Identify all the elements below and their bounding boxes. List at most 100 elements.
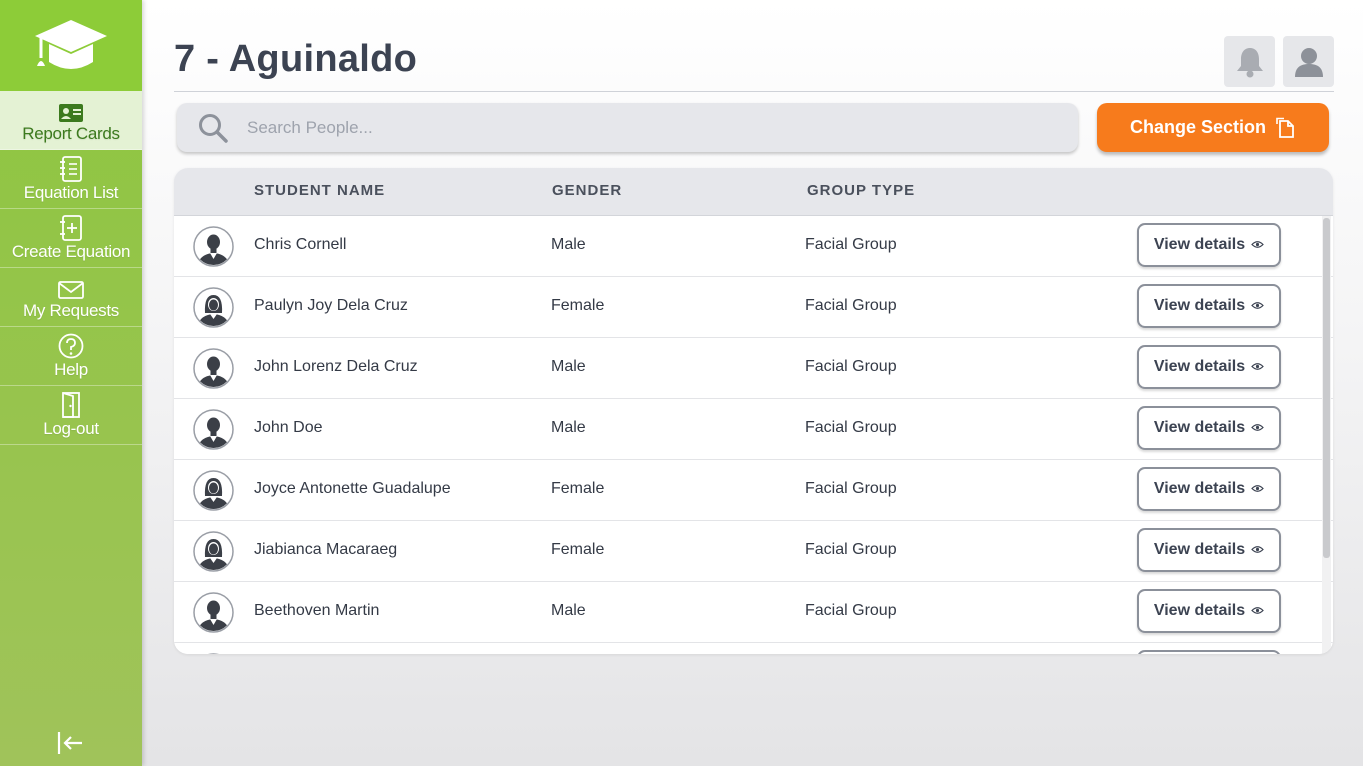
eye-icon <box>1251 236 1265 254</box>
notifications-button[interactable] <box>1224 36 1275 87</box>
column-header-student-name: STUDENT NAME <box>254 182 386 199</box>
student-name: Paulyn Joy Dela Cruz <box>254 297 408 314</box>
sidebar-item-log-out[interactable]: Log-out <box>0 386 142 445</box>
search-bar[interactable] <box>177 103 1078 152</box>
student-gender: Female <box>551 541 605 558</box>
student-avatar <box>193 409 234 450</box>
view-details-button[interactable]: View details <box>1137 345 1281 389</box>
student-avatar <box>193 531 234 572</box>
student-group-type: Facial Group <box>805 419 897 436</box>
student-name: Beethoven Martin <box>254 602 380 619</box>
change-section-button[interactable]: Change Section <box>1097 103 1329 152</box>
sidebar-item-label: Help <box>54 359 88 379</box>
students-table: STUDENT NAME GENDER GROUP TYPE Chris Cor… <box>174 168 1333 654</box>
sidebar-nav: Report Cards Equation List Create Equation… <box>0 91 142 445</box>
sidebar-item-label: My Requests <box>23 300 119 320</box>
collapse-sidebar-button[interactable] <box>52 728 88 758</box>
view-details-label: View details <box>1153 602 1246 619</box>
student-avatar <box>193 653 234 654</box>
student-avatar <box>193 592 234 633</box>
student-group-type: Facial Group <box>805 358 897 375</box>
eye-icon <box>1251 358 1265 376</box>
sidebar-item-my-requests[interactable]: My Requests <box>0 268 142 327</box>
eye-icon <box>1251 419 1265 437</box>
table-header: STUDENT NAME GENDER GROUP TYPE <box>174 168 1333 216</box>
column-header-gender: GENDER <box>552 182 623 199</box>
sidebar-item-report-cards[interactable]: Report Cards <box>0 91 142 150</box>
sidebar-item-help[interactable]: Help <box>0 327 142 386</box>
student-name: Chris Cornell <box>254 236 347 253</box>
scrollbar-thumb[interactable] <box>1323 218 1330 558</box>
sidebar: Report Cards Equation List Create Equation… <box>0 0 142 766</box>
student-name: Joyce Antonette Guadalupe <box>254 480 451 497</box>
student-gender: Male <box>551 358 586 375</box>
sidebar-item-label: Report Cards <box>22 123 120 143</box>
table-row: Chris Cornell Male Facial Group View detail… <box>174 216 1333 277</box>
bell-icon <box>1236 47 1263 77</box>
page-title: 7 - Aguinaldo <box>174 38 418 80</box>
view-details-button[interactable]: View details <box>1137 589 1281 633</box>
change-section-label: Change Section <box>1129 117 1267 137</box>
student-avatar <box>193 287 234 328</box>
table-row: Paulyn Joy Dela Cruz Female Facial Group Vi… <box>174 277 1333 338</box>
sidebar-item-create-equation[interactable]: Create Equation <box>0 209 142 268</box>
sidebar-item-equation-list[interactable]: Equation List <box>0 150 142 209</box>
user-icon <box>1294 47 1323 77</box>
student-gender: Male <box>551 602 586 619</box>
eye-icon <box>1251 480 1265 498</box>
student-avatar <box>193 226 234 267</box>
view-details-button[interactable]: View details <box>1137 284 1281 328</box>
search-input[interactable] <box>247 117 1027 138</box>
id-card-icon <box>58 97 84 123</box>
student-group-type: Facial Group <box>805 480 897 497</box>
eye-icon <box>1251 297 1265 315</box>
view-details-button[interactable] <box>1137 650 1281 654</box>
view-details-label: View details <box>1153 358 1246 375</box>
student-gender: Female <box>551 480 605 497</box>
door-icon <box>59 391 83 418</box>
view-details-label: View details <box>1153 541 1246 558</box>
student-group-type: Facial Group <box>805 236 897 253</box>
table-row: John Doe Male Facial Group View details <box>174 399 1333 460</box>
view-details-button[interactable]: View details <box>1137 528 1281 572</box>
table-row: Joyce Antonette Guadalupe Female Facial Gr… <box>174 460 1333 521</box>
graduation-cap-icon <box>35 19 107 69</box>
sidebar-item-label: Log-out <box>43 418 99 438</box>
student-group-type: Facial Group <box>805 541 897 558</box>
student-group-type: Facial Group <box>805 602 897 619</box>
view-details-label: View details <box>1153 236 1246 253</box>
table-row: Jiabianca Macaraeg Female Facial Group View… <box>174 521 1333 582</box>
sidebar-item-label: Equation List <box>23 182 119 202</box>
table-body[interactable]: Chris Cornell Male Facial Group View detail… <box>174 216 1333 654</box>
search-icon <box>197 112 229 144</box>
student-name: John Lorenz Dela Cruz <box>254 358 418 375</box>
eye-icon <box>1251 541 1265 559</box>
eye-icon <box>1251 602 1265 620</box>
notebook-icon <box>59 155 83 182</box>
table-row: John Lorenz Dela Cruz Male Facial Group Vie… <box>174 338 1333 399</box>
student-gender: Female <box>551 297 605 314</box>
view-details-label: View details <box>1153 480 1246 497</box>
column-header-group-type: GROUP TYPE <box>807 182 916 199</box>
view-details-button[interactable]: View details <box>1137 223 1281 267</box>
student-name: John Doe <box>254 419 323 436</box>
view-details-label: View details <box>1153 419 1246 436</box>
collapse-left-icon <box>57 732 82 754</box>
student-group-type: Facial Group <box>805 297 897 314</box>
logo <box>0 0 142 91</box>
profile-button[interactable] <box>1283 36 1334 87</box>
view-details-button[interactable]: View details <box>1137 467 1281 511</box>
header-divider <box>174 91 1334 92</box>
student-name: Jiabianca Macaraeg <box>254 541 398 558</box>
view-details-button[interactable]: View details <box>1137 406 1281 450</box>
student-gender: Male <box>551 236 586 253</box>
table-row: Beethoven Martin Male Facial Group View det… <box>174 582 1333 643</box>
table-row <box>174 643 1333 654</box>
sidebar-item-label: Create Equation <box>11 241 131 261</box>
envelope-icon <box>58 274 84 300</box>
student-avatar <box>193 470 234 511</box>
copy-document-icon <box>1276 117 1294 138</box>
student-gender: Male <box>551 419 586 436</box>
view-details-label: View details <box>1153 297 1246 314</box>
student-avatar <box>193 348 234 389</box>
